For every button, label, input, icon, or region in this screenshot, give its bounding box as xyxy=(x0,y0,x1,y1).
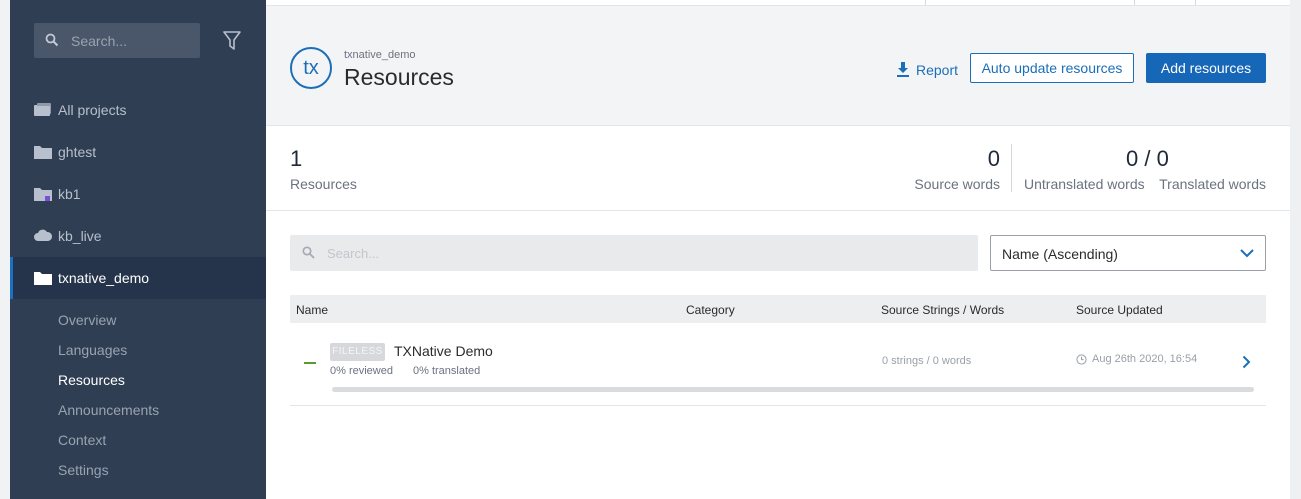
folder-badge-icon xyxy=(34,188,52,201)
subnav-context[interactable]: Context xyxy=(58,432,106,448)
table-header: Name Category Source Strings / Words Sou… xyxy=(290,295,1266,323)
left-gutter xyxy=(0,0,10,499)
sidebar-item-kb-live[interactable]: kb_live xyxy=(10,215,266,257)
source-words-label: Source words xyxy=(914,176,1000,192)
source-updated-value: Aug 26th 2020, 16:54 xyxy=(1092,353,1198,365)
translated-percent: 0% translated xyxy=(413,365,481,377)
subnav-languages[interactable]: Languages xyxy=(58,342,127,358)
sidebar-item-label: ghtest xyxy=(58,144,97,160)
source-updated: Aug 26th 2020, 16:54 xyxy=(1076,353,1197,365)
search-icon xyxy=(45,33,59,47)
report-button[interactable]: Report xyxy=(896,58,958,82)
main-content: tx txnative_demo Resources Report Auto u… xyxy=(266,0,1290,499)
stats-divider xyxy=(1011,144,1012,192)
resource-search-input[interactable]: Search... xyxy=(290,235,978,271)
breadcrumb-project[interactable]: txnative_demo xyxy=(344,49,416,61)
untranslated-words-label: Untranslated words xyxy=(1024,176,1145,192)
top-bar-divider xyxy=(1195,0,1196,5)
column-header-name[interactable]: Name xyxy=(296,303,328,317)
sidebar-item-all-projects[interactable]: All projects xyxy=(10,89,266,131)
sidebar-item-label: kb_live xyxy=(58,228,102,244)
column-header-source-strings[interactable]: Source Strings / Words xyxy=(881,303,1004,317)
source-words-count: 0 xyxy=(987,146,1000,171)
search-icon xyxy=(302,246,315,259)
app-window: Search... All projects ghtest kb1 kb_liv… xyxy=(0,0,1301,499)
sidebar-item-ghtest[interactable]: ghtest xyxy=(10,131,266,173)
stats-bar: 1 Resources 0 Source words 0 / 0 Untrans… xyxy=(266,126,1290,211)
page-header: tx txnative_demo Resources Report Auto u… xyxy=(266,6,1290,126)
report-label: Report xyxy=(916,62,959,78)
status-indicator xyxy=(304,362,316,364)
sort-select[interactable]: Name (Ascending) xyxy=(990,235,1266,271)
auto-update-resources-button[interactable]: Auto update resources xyxy=(970,53,1134,83)
reviewed-percent: 0% reviewed xyxy=(330,365,393,377)
cloud-icon xyxy=(34,229,52,241)
subnav-resources[interactable]: Resources xyxy=(58,372,125,388)
sidebar-search-input[interactable]: Search... xyxy=(34,23,200,58)
top-bar-divider xyxy=(925,0,926,5)
folder-icon xyxy=(34,146,52,159)
sidebar-item-label: All projects xyxy=(58,102,127,118)
column-header-source-updated[interactable]: Source Updated xyxy=(1076,303,1163,317)
resource-name[interactable]: TXNative Demo xyxy=(394,343,493,359)
column-header-category[interactable]: Category xyxy=(686,303,735,317)
right-gutter xyxy=(1290,0,1301,499)
page-title: Resources xyxy=(344,64,454,90)
untranslated-translated-count: 0 / 0 xyxy=(1126,146,1169,171)
subnav-settings[interactable]: Settings xyxy=(58,462,109,478)
translated-words-label: Translated words xyxy=(1159,176,1266,192)
folders-icon xyxy=(34,103,51,116)
chevron-down-icon xyxy=(1240,249,1254,258)
strings-words: 0 strings / 0 words xyxy=(882,355,972,367)
resources-count: 1 xyxy=(290,146,303,171)
add-resources-button[interactable]: Add resources xyxy=(1146,53,1266,83)
filter-icon[interactable] xyxy=(223,31,241,51)
fileless-badge: FILELESS xyxy=(330,343,385,361)
sidebar: Search... All projects ghtest kb1 kb_liv… xyxy=(10,0,266,499)
translation-progress-bar xyxy=(332,387,1254,392)
subnav-announcements[interactable]: Announcements xyxy=(58,402,159,418)
folder-icon xyxy=(34,272,52,285)
subnav-overview[interactable]: Overview xyxy=(58,312,116,328)
clock-icon xyxy=(1076,353,1087,365)
resources-label: Resources xyxy=(290,176,357,192)
project-logo: tx xyxy=(290,47,332,89)
sidebar-search-placeholder: Search... xyxy=(71,33,128,49)
sidebar-item-label: txnative_demo xyxy=(58,270,150,286)
top-bar-divider xyxy=(1134,0,1135,5)
sort-value: Name (Ascending) xyxy=(1002,246,1118,262)
download-icon xyxy=(897,62,909,77)
resource-search-placeholder: Search... xyxy=(327,246,380,261)
sidebar-item-kb1[interactable]: kb1 xyxy=(10,173,266,215)
chevron-right-icon[interactable] xyxy=(1242,355,1251,369)
sidebar-item-label: kb1 xyxy=(58,186,81,202)
sidebar-item-txnative-demo[interactable]: txnative_demo xyxy=(10,257,266,299)
table-row[interactable]: FILELESS TXNative Demo 0% reviewed 0% tr… xyxy=(290,323,1266,406)
